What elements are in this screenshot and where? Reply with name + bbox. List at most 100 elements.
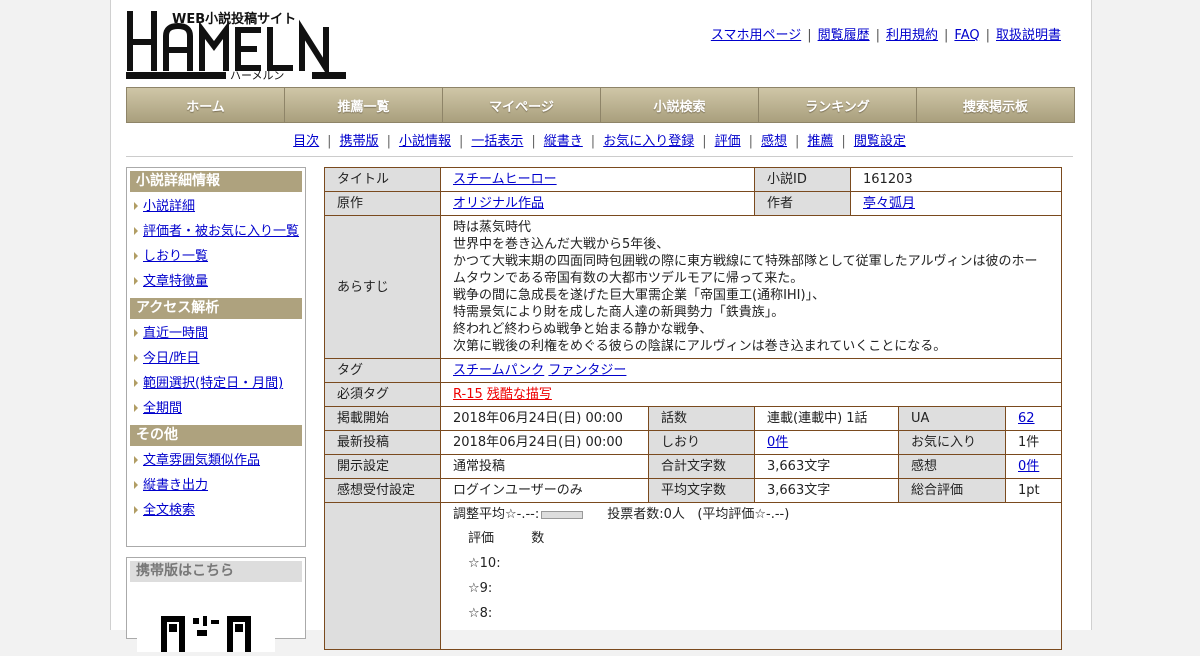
- bookmarks-label: しおり: [648, 430, 755, 455]
- rating-header: 評価 数: [468, 531, 545, 546]
- bookmarks-link[interactable]: 0件: [767, 435, 788, 450]
- subnav-vertical[interactable]: 縦書き: [544, 134, 583, 149]
- page-container: ハーメルン WEB小説投稿サイト スマホ用ページ | 閲覧履歴 | 利用規約 | FAQ | 取…: [110, 0, 1092, 652]
- subnav-recommend[interactable]: 推薦: [807, 134, 833, 149]
- nav-ranking[interactable]: ランキング: [759, 88, 917, 122]
- qr-code-icon[interactable]: [137, 592, 275, 652]
- adjusted-average: 調整平均☆-.--:: [453, 507, 540, 522]
- sidebar-item-range[interactable]: 範囲選択(特定日・月間): [127, 371, 305, 396]
- comment-setting-label: 感想受付設定: [324, 478, 441, 503]
- avg-chars-value: 3,663文字: [754, 478, 899, 503]
- subnav-comments[interactable]: 感想: [761, 134, 787, 149]
- ua-link[interactable]: 62: [1018, 411, 1035, 426]
- required-tags-label: 必須タグ: [324, 382, 441, 407]
- novel-id-label: 小説ID: [754, 167, 851, 192]
- total-rating-value: 1pt: [1005, 478, 1062, 503]
- nav-novel-search[interactable]: 小説検索: [601, 88, 759, 122]
- sidebar-item-fulltext-search[interactable]: 全文検索: [127, 498, 305, 523]
- sidebar-item-similar[interactable]: 文章雰囲気類似作品: [127, 448, 305, 473]
- disclosure-label: 開示設定: [324, 454, 441, 479]
- terms-link[interactable]: 利用規約: [886, 28, 938, 43]
- episodes-value: 連載(連載中) 1話: [754, 406, 899, 431]
- comments-label: 感想: [898, 454, 1006, 479]
- rating-detail: 調整平均☆-.--: 投票者数:0人 (平均評価☆-.--) 評価 数 ☆10: …: [440, 502, 1062, 650]
- faq-link[interactable]: FAQ: [954, 28, 979, 43]
- logo-kana: ハーメルン: [230, 69, 284, 82]
- nav-mypage[interactable]: マイページ: [443, 88, 601, 122]
- author-label: 作者: [754, 191, 851, 216]
- sidebar-item-bookmarks[interactable]: しおり一覧: [127, 244, 305, 269]
- rating-label-cell: [324, 502, 441, 650]
- sidebar-item-all-time[interactable]: 全期間: [127, 396, 305, 421]
- sidebar-item-today-yesterday[interactable]: 今日/昨日: [127, 346, 305, 371]
- author-link[interactable]: 亭々弧月: [863, 196, 915, 211]
- divider: [126, 156, 1073, 157]
- comment-setting-value: ログインユーザーのみ: [440, 478, 649, 503]
- nav-recommendations[interactable]: 推薦一覧: [285, 88, 443, 122]
- required-tag-link[interactable]: R-15: [453, 387, 483, 402]
- tags-label: タグ: [324, 358, 441, 383]
- tag-link[interactable]: スチームパンク: [453, 363, 544, 378]
- summary-text: 時は蒸気時代 世界中を巻き込んだ大戦から5年後、 かつて大戦末期の四面同時包囲戦…: [439, 215, 1063, 359]
- novel-id-value: 161203: [849, 167, 1063, 192]
- sidebar-heading: 小説詳細情報: [130, 171, 302, 192]
- rating-level: ☆9:: [468, 581, 493, 596]
- latest-label: 最新投稿: [324, 430, 441, 455]
- mobile-box: 携帯版はこちら: [126, 557, 306, 652]
- subnav-view-settings[interactable]: 閲覧設定: [854, 134, 906, 149]
- subnav-show-all[interactable]: 一括表示: [471, 134, 523, 149]
- nav-search-board[interactable]: 捜索掲示板: [917, 88, 1074, 122]
- novel-stats-table: 掲載開始 2018年06月24日(日) 00:00 話数 連載(連載中) 1話 …: [324, 406, 1062, 503]
- sidebar-item-last-hour[interactable]: 直近一時間: [127, 321, 305, 346]
- sidebar-item-novel-detail[interactable]: 小説詳細: [127, 194, 305, 219]
- rating-table: 調整平均☆-.--: 投票者数:0人 (平均評価☆-.--) 評価 数 ☆10: …: [324, 502, 1062, 650]
- total-chars-value: 3,663文字: [754, 454, 899, 479]
- favorites-label: お気に入り: [898, 430, 1006, 455]
- origin-link[interactable]: オリジナル作品: [453, 196, 544, 211]
- origin-label: 原作: [324, 191, 441, 216]
- logo-tagline: WEB小説投稿サイト: [172, 11, 296, 27]
- tag-link[interactable]: ファンタジー: [548, 363, 626, 378]
- ua-label: UA: [898, 406, 1006, 431]
- sidebar-item-text-features[interactable]: 文章特徴量: [127, 269, 305, 294]
- episodes-label: 話数: [648, 406, 755, 431]
- novel-info-table: タイトル スチームヒーロー 小説ID 161203 原作 オリジナル作品 作者 …: [324, 167, 1063, 407]
- title-label: タイトル: [324, 167, 441, 192]
- subnav-toc[interactable]: 目次: [293, 134, 319, 149]
- start-value: 2018年06月24日(日) 00:00: [440, 406, 649, 431]
- summary-label: あらすじ: [324, 215, 441, 359]
- subnav-add-favorite[interactable]: お気に入り登録: [603, 134, 694, 149]
- manual-link[interactable]: 取扱説明書: [996, 28, 1061, 43]
- total-chars-label: 合計文字数: [648, 454, 755, 479]
- favorites-value: 1件: [1005, 430, 1062, 455]
- average-rating: (平均評価☆-.--): [697, 507, 790, 522]
- sidebar-item-vertical-output[interactable]: 縦書き出力: [127, 473, 305, 498]
- mobile-heading: 携帯版はこちら: [130, 561, 302, 582]
- sidebar: 小説詳細情報 小説詳細 評価者・被お気に入り一覧 しおり一覧 文章特徴量 アクセ…: [126, 167, 306, 547]
- sidebar-item-raters[interactable]: 評価者・被お気に入り一覧: [127, 219, 305, 244]
- subnav-novel-info[interactable]: 小説情報: [399, 134, 451, 149]
- sidebar-heading: アクセス解析: [130, 298, 302, 319]
- sub-nav: 目次 | 携帯版 | 小説情報 | 一括表示 | 縦書き | お気に入り登録 | 評価 | 感想 | 推薦 | 閲覧…: [293, 134, 906, 149]
- rating-level: ☆8:: [468, 606, 493, 621]
- total-rating-label: 総合評価: [898, 478, 1006, 503]
- avg-chars-label: 平均文字数: [648, 478, 755, 503]
- required-tag-link[interactable]: 残酷な描写: [487, 387, 552, 402]
- novel-title-link[interactable]: スチームヒーロー: [453, 172, 557, 187]
- sidebar-heading: その他: [130, 425, 302, 446]
- comments-link[interactable]: 0件: [1018, 459, 1039, 474]
- disclosure-value: 通常投稿: [440, 454, 649, 479]
- nav-home[interactable]: ホーム: [127, 88, 285, 122]
- top-links: スマホ用ページ | 閲覧履歴 | 利用規約 | FAQ | 取扱説明書: [710, 28, 1061, 43]
- subnav-rate[interactable]: 評価: [715, 134, 741, 149]
- start-label: 掲載開始: [324, 406, 441, 431]
- subnav-mobile[interactable]: 携帯版: [340, 134, 379, 149]
- rating-bar: [541, 510, 584, 519]
- rating-level: ☆10:: [468, 556, 501, 571]
- history-link[interactable]: 閲覧履歴: [818, 28, 870, 43]
- latest-value: 2018年06月24日(日) 00:00: [440, 430, 649, 455]
- voter-count: 投票者数:0人: [607, 507, 685, 522]
- smartphone-page-link[interactable]: スマホ用ページ: [711, 28, 801, 43]
- global-nav: ホーム 推薦一覧 マイページ 小説検索 ランキング 捜索掲示板: [126, 87, 1075, 123]
- site-logo[interactable]: ハーメルン WEB小説投稿サイト: [126, 8, 348, 82]
